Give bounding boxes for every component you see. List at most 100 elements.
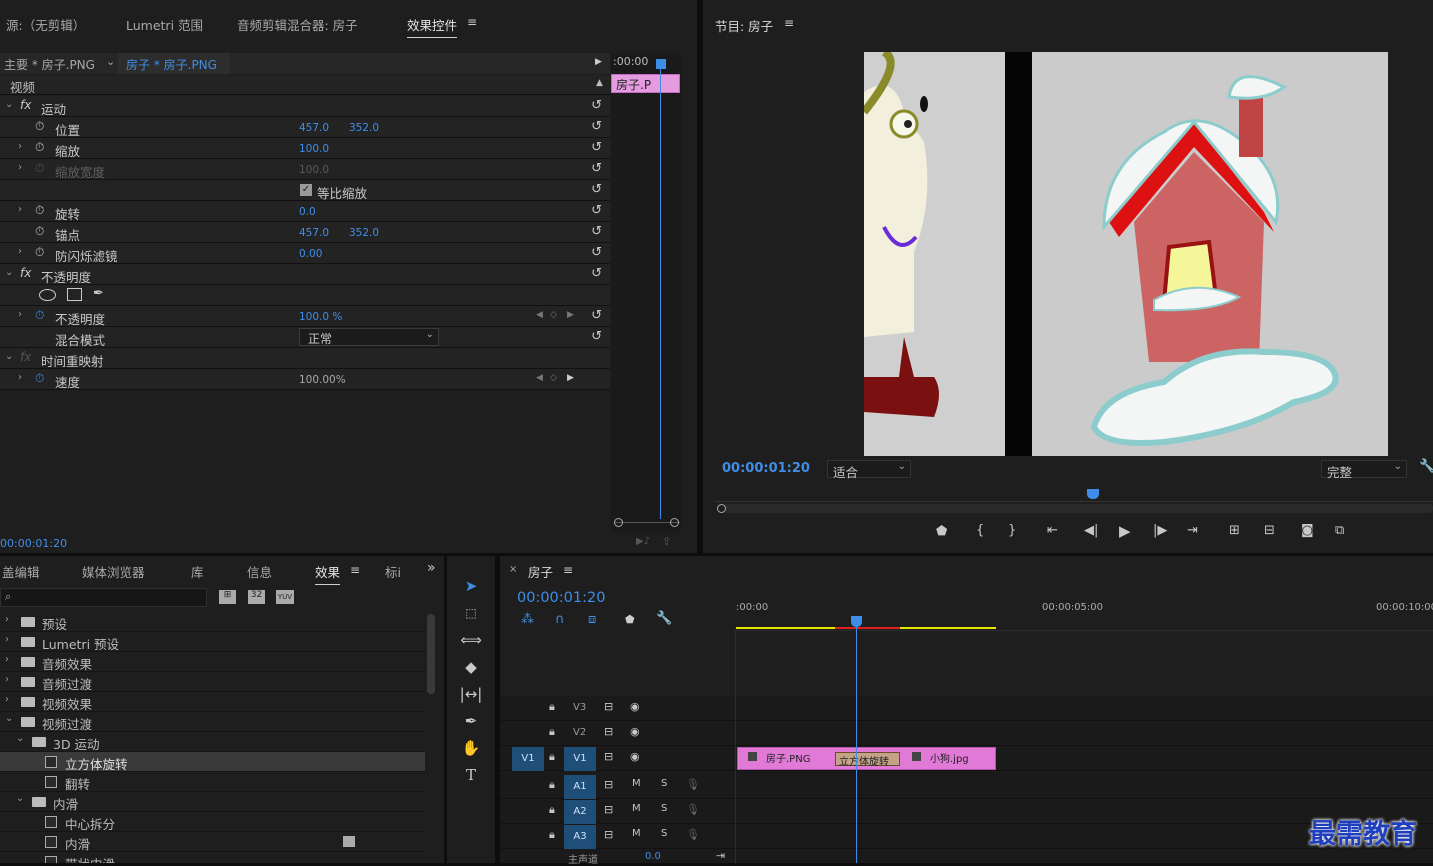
scale-value[interactable]: 100.0 — [299, 143, 329, 155]
reset-icon[interactable]: ↺ — [591, 224, 602, 239]
solo-button[interactable]: S — [661, 803, 667, 814]
master-clip-label[interactable]: 主要 * 房子.PNG — [4, 56, 95, 73]
32bit-effects-icon[interactable]: 32 — [248, 590, 265, 604]
stopwatch-icon[interactable]: ⏱ — [35, 140, 44, 155]
tab-media-browser[interactable]: 媒体浏览器 — [82, 562, 145, 581]
mark-out-icon[interactable]: } — [1008, 523, 1016, 538]
list-item-cube-spin[interactable]: 立方体旋转 — [0, 752, 425, 772]
audio-icon[interactable]: ▶♪ — [636, 536, 650, 547]
list-item-video-effects[interactable]: › 视频效果 — [0, 692, 425, 712]
tab-info[interactable]: 信息 — [247, 562, 272, 581]
comparison-view-icon[interactable]: ⧉ — [1335, 523, 1344, 538]
list-item-slide[interactable]: ⌄ 内滑 — [0, 792, 425, 812]
timeline-playhead-handle[interactable] — [851, 616, 862, 627]
panel-menu-icon[interactable]: ≡ — [467, 15, 477, 29]
program-timecode[interactable]: 00:00:01:20 — [722, 461, 810, 476]
prev-keyframe-icon[interactable]: ◀ — [536, 310, 543, 320]
tab-effect-controls[interactable]: 效果控件 — [407, 15, 458, 38]
go-to-in-icon[interactable]: ⇤ — [1047, 523, 1058, 538]
tab-effects[interactable]: 效果 — [315, 562, 341, 585]
solo-button[interactable]: S — [661, 778, 667, 789]
position-x-value[interactable]: 457.0 — [299, 122, 329, 134]
effects-scrollbar[interactable] — [427, 614, 435, 694]
timeline-timecode[interactable]: 00:00:01:20 — [517, 590, 605, 606]
list-item-band-slide[interactable]: 带状内滑 — [0, 852, 425, 863]
fit-select[interactable]: 适合 ⌄ — [827, 460, 911, 480]
play-only-audio-icon[interactable]: ▶ — [595, 57, 602, 67]
program-playhead[interactable] — [1087, 489, 1099, 499]
nest-icon[interactable]: ⁂ — [521, 612, 534, 627]
chevron-right-icon[interactable]: › — [5, 674, 9, 685]
track-label-v1[interactable]: V1 — [564, 747, 596, 771]
chevron-right-icon[interactable]: › — [18, 204, 22, 215]
tab-markers[interactable]: 标i — [385, 562, 401, 581]
chevron-right-icon[interactable]: › — [18, 309, 22, 320]
chevron-right-icon[interactable]: › — [18, 372, 22, 383]
prev-keyframe-icon[interactable]: ◀ — [536, 373, 543, 383]
next-keyframe-icon[interactable]: ▶ — [567, 373, 574, 383]
sync-lock-icon[interactable]: ⊟ — [604, 778, 613, 791]
go-to-end-icon[interactable]: ⇥ — [716, 849, 725, 862]
list-item-audio-effects[interactable]: › 音频效果 — [0, 652, 425, 672]
rectangle-mask-icon[interactable] — [67, 288, 82, 301]
reset-icon[interactable]: ↺ — [591, 203, 602, 218]
chevron-down-icon[interactable]: ⌄ — [106, 55, 115, 68]
source-patch-v1[interactable]: V1 — [512, 747, 544, 771]
timeline-playhead-line[interactable] — [856, 620, 857, 863]
stopwatch-icon[interactable]: ⏱ — [35, 371, 44, 386]
reset-icon[interactable]: ↺ — [591, 245, 602, 260]
reset-icon[interactable]: ↺ — [591, 182, 602, 197]
program-title[interactable]: 节目: 房子 — [715, 16, 773, 35]
chevron-right-icon[interactable]: › — [18, 246, 22, 257]
mute-button[interactable]: M — [632, 778, 641, 789]
transition-cube-spin[interactable]: 立方体旋转 — [835, 752, 900, 768]
mini-scrollbar[interactable] — [614, 518, 680, 529]
step-back-icon[interactable]: ◀| — [1084, 523, 1098, 538]
wrench-icon[interactable]: 🔧 — [656, 611, 672, 626]
eye-icon[interactable]: ◉ — [630, 700, 640, 713]
close-icon[interactable]: × — [509, 564, 517, 575]
microphone-icon[interactable]: 🎙︎ — [686, 803, 700, 816]
reset-icon[interactable]: ↺ — [591, 308, 602, 323]
effect-controls-timecode[interactable]: 00:00:01:20 — [0, 537, 67, 550]
master-value[interactable]: 0.0 — [645, 851, 661, 862]
go-to-out-icon[interactable]: ⇥ — [1187, 523, 1198, 538]
ripple-edit-tool-icon[interactable]: ⟺ — [458, 628, 484, 652]
mini-playhead-handle[interactable] — [656, 59, 666, 69]
lock-icon[interactable]: 🔒︎ — [549, 725, 555, 739]
export-icon[interactable]: ⇪ — [662, 535, 671, 548]
anchor-y-value[interactable]: 352.0 — [349, 227, 379, 239]
lock-icon[interactable]: 🔒︎ — [549, 803, 555, 817]
stopwatch-icon[interactable]: ⏱ — [35, 308, 44, 323]
program-zoom-bar[interactable] — [717, 504, 1433, 513]
list-item-lumetri-presets[interactable]: › Lumetri 预设 — [0, 632, 425, 652]
reset-icon[interactable]: ↺ — [591, 161, 602, 176]
mini-clip[interactable]: 房子.P — [611, 74, 680, 93]
chevron-right-icon[interactable]: › — [5, 694, 9, 705]
opacity-value[interactable]: 100.0 % — [299, 311, 342, 323]
speed-value[interactable]: 100.00% — [299, 374, 346, 386]
rotation-value[interactable]: 0.0 — [299, 206, 316, 218]
lock-icon[interactable]: 🔒︎ — [549, 750, 555, 764]
sync-lock-icon[interactable]: ⊟ — [604, 725, 613, 738]
lock-icon[interactable]: 🔒︎ — [549, 700, 555, 714]
next-keyframe-icon[interactable]: ▶ — [567, 310, 574, 320]
chevron-down-icon[interactable]: ⌄ — [16, 733, 24, 744]
chevron-down-icon[interactable]: ⌄ — [5, 351, 13, 362]
antiflicker-value[interactable]: 0.00 — [299, 248, 322, 260]
scroll-handle-left[interactable] — [614, 518, 623, 527]
microphone-icon[interactable]: 🎙︎ — [686, 778, 700, 791]
pen-mask-icon[interactable]: ✒ — [93, 286, 104, 301]
list-item-center-split[interactable]: 中心拆分 — [0, 812, 425, 832]
time-ruler[interactable]: :00:00 00:00:05:00 00:00:10:00 — [735, 596, 1433, 631]
zoom-handle[interactable] — [717, 504, 726, 513]
chevron-down-icon[interactable]: ⌄ — [5, 713, 13, 724]
type-tool-icon[interactable]: T — [458, 763, 484, 787]
list-item-video-transitions[interactable]: ⌄ 视频过渡 — [0, 712, 425, 732]
add-marker-icon[interactable]: ⬟ — [936, 524, 947, 539]
track-label-a3[interactable]: A3 — [564, 825, 596, 849]
mark-in-icon[interactable]: { — [976, 523, 984, 538]
accelerated-effects-icon[interactable]: ⊞ — [219, 590, 236, 604]
track-select-tool-icon[interactable]: ⬚ — [458, 601, 484, 625]
chevron-right-icon[interactable]: › — [18, 141, 22, 152]
